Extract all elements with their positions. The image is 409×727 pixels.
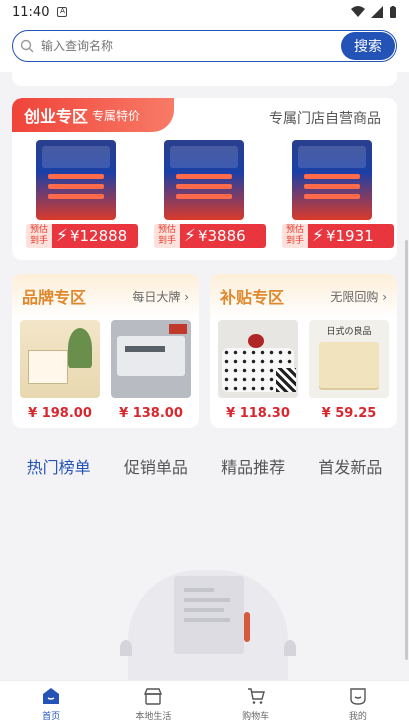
product-price: ¥ 138.00: [119, 406, 183, 421]
price-prefix: 预估到手: [282, 224, 308, 248]
lightning-icon: ⚡: [184, 226, 196, 246]
price-tag: 预估到手 ⚡ ¥1931: [282, 224, 394, 248]
price-tag: 预估到手 ⚡ ¥3886: [154, 224, 266, 248]
product-price: ¥ 118.30: [226, 406, 290, 421]
home-icon: [41, 686, 61, 706]
tab-recommended[interactable]: 精品推荐: [221, 454, 285, 478]
nav-local-life-label: 本地生活: [135, 712, 172, 722]
chevron-right-icon: ›: [184, 289, 189, 304]
product-price: ¥ 198.00: [28, 406, 92, 421]
wifi-icon: [351, 6, 365, 17]
cart-icon: [246, 686, 266, 706]
product-price: ¥12888: [69, 227, 128, 245]
product-image: [36, 140, 116, 220]
empty-state-illustration: [98, 540, 318, 680]
product-price: ¥1931: [325, 227, 374, 245]
search-button[interactable]: 搜索: [341, 32, 395, 60]
product-price: ¥3886: [197, 227, 246, 245]
startup-zone[interactable]: 创业专区 专属特价 专属门店自营商品 预估到手 ⚡ ¥12888 预估到手 ⚡ ¥3…: [12, 98, 397, 260]
startup-zone-title: 创业专区: [24, 107, 89, 126]
startup-zone-title-tab: 创业专区 专属特价: [12, 98, 174, 132]
product-image: [20, 320, 100, 398]
scrollbar[interactable]: [405, 240, 408, 660]
product-price: ¥ 59.25: [321, 406, 377, 421]
bottom-nav: 首页 本地生活 购物车 我的: [0, 680, 409, 727]
startup-zone-subtitle: 专属门店自营商品: [269, 111, 381, 127]
subsidy-zone-title: 补贴专区: [220, 288, 285, 307]
price-tag: 预估到手 ⚡ ¥12888: [26, 224, 138, 248]
signal-icon: [371, 6, 383, 18]
nav-home[interactable]: 首页: [0, 681, 102, 727]
notification-icon: A: [57, 7, 68, 17]
tab-promotions[interactable]: 促销单品: [124, 454, 188, 478]
brand-zone-more-link[interactable]: 每日大牌 ›: [132, 288, 189, 305]
brand-zone[interactable]: 品牌专区 每日大牌 › ¥ 198.00 ¥ 138.00: [12, 274, 199, 428]
clock: 11:40: [12, 4, 50, 20]
nav-cart-label: 购物车: [242, 712, 270, 722]
search-input[interactable]: [41, 39, 341, 53]
subsidy-zone[interactable]: 补贴专区 无限回购 › ¥ 118.30 日式の良品 ¥ 59.25: [210, 274, 397, 428]
status-bar: 11:40 A: [0, 0, 409, 24]
lightning-icon: ⚡: [312, 226, 324, 246]
profile-icon: [348, 686, 368, 706]
brand-product-card[interactable]: ¥ 198.00: [20, 320, 100, 421]
lightning-icon: ⚡: [56, 226, 68, 246]
brand-zone-title: 品牌专区: [22, 288, 87, 307]
nav-local-life[interactable]: 本地生活: [102, 681, 204, 727]
price-prefix: 预估到手: [154, 224, 180, 248]
subsidy-product-card[interactable]: 日式の良品 ¥ 59.25: [309, 320, 389, 421]
tab-new-arrivals[interactable]: 首发新品: [318, 454, 382, 478]
product-image: [292, 140, 372, 220]
chevron-right-icon: ›: [382, 289, 387, 304]
price-prefix: 预估到手: [26, 224, 52, 248]
product-image: [111, 320, 191, 398]
product-image: [164, 140, 244, 220]
subsidy-zone-more-link[interactable]: 无限回购 ›: [330, 288, 387, 305]
battery-icon: [390, 5, 396, 18]
startup-zone-tag: 专属特价: [92, 108, 141, 123]
nav-home-label: 首页: [42, 712, 61, 722]
product-image: 日式の良品: [309, 320, 389, 398]
subsidy-zone-header: 补贴专区 无限回购 ›: [210, 274, 397, 318]
product-image-label: 日式の良品: [326, 327, 372, 337]
category-tabs: 热门榜单 促销单品 精品推荐 首发新品: [0, 446, 409, 486]
product-image: [218, 320, 298, 398]
nav-profile[interactable]: 我的: [307, 681, 409, 727]
top-card-remnant: [12, 72, 397, 86]
subsidy-zone-more-label: 无限回购: [330, 289, 379, 304]
brand-zone-header: 品牌专区 每日大牌 ›: [12, 274, 199, 318]
search-bar: 搜索: [12, 30, 397, 62]
store-icon: [143, 686, 163, 706]
nav-cart[interactable]: 购物车: [205, 681, 307, 727]
nav-profile-label: 我的: [348, 712, 367, 722]
tab-hot-list[interactable]: 热门榜单: [27, 454, 91, 478]
brand-zone-items: ¥ 198.00 ¥ 138.00: [20, 320, 191, 421]
search-icon: [13, 39, 41, 53]
subsidy-product-card[interactable]: ¥ 118.30: [218, 320, 298, 421]
search-header: 搜索: [0, 24, 409, 72]
brand-product-card[interactable]: ¥ 138.00: [111, 320, 191, 421]
brand-zone-more-label: 每日大牌: [132, 289, 181, 304]
subsidy-zone-items: ¥ 118.30 日式の良品 ¥ 59.25: [218, 320, 389, 421]
